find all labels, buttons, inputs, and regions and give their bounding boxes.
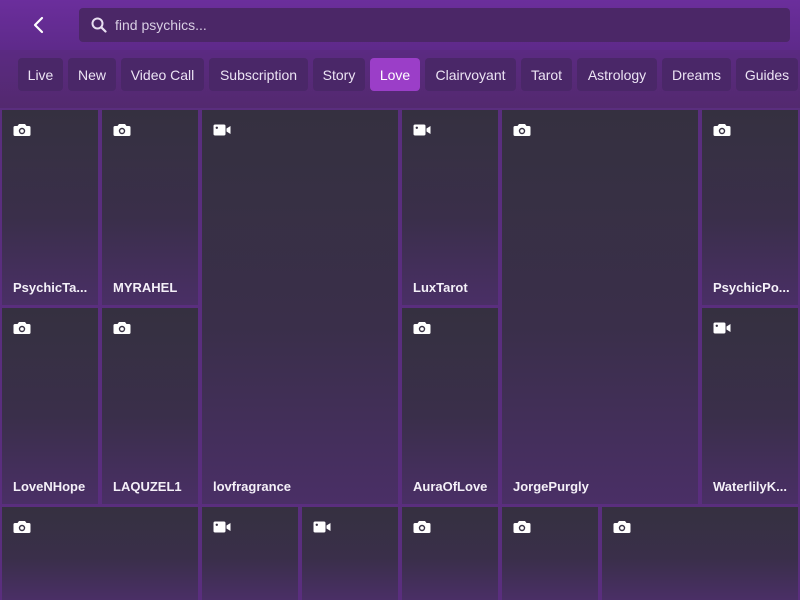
tab-live[interactable]: Live xyxy=(18,58,63,91)
top-bar xyxy=(0,0,800,50)
psychic-tile[interactable] xyxy=(2,507,198,600)
video-icon xyxy=(313,520,331,534)
psychic-name: PsychicTa... xyxy=(13,280,88,295)
psychic-tile[interactable] xyxy=(402,507,498,600)
psychic-tile[interactable]: PsychicTa... xyxy=(2,110,98,305)
tab-love[interactable]: Love xyxy=(370,58,420,91)
tab-new[interactable]: New xyxy=(68,58,116,91)
psychic-tile[interactable] xyxy=(302,507,398,600)
camera-icon xyxy=(113,321,131,335)
psychic-tile[interactable]: JorgePurgly xyxy=(502,110,698,504)
psychic-name: LoveNHope xyxy=(13,479,86,494)
camera-icon xyxy=(13,520,31,534)
psychic-name: LuxTarot xyxy=(413,280,468,295)
camera-icon xyxy=(113,123,131,137)
psychic-tile[interactable] xyxy=(602,507,798,600)
psychic-name: JorgePurgly xyxy=(513,479,589,494)
psychic-name: MYRAHEL xyxy=(113,280,178,295)
camera-icon xyxy=(413,321,431,335)
psychic-name: PsychicPo... xyxy=(713,280,790,295)
tab-video-call[interactable]: Video Call xyxy=(121,58,204,91)
search-input[interactable] xyxy=(115,17,755,33)
tab-guides[interactable]: Guides xyxy=(736,58,798,91)
psychic-tile[interactable] xyxy=(202,507,298,600)
video-icon xyxy=(213,520,231,534)
camera-icon xyxy=(513,123,531,137)
psychic-tile[interactable]: AuraOfLove xyxy=(402,308,498,504)
category-tabs: Live New Video Call Subscription Story L… xyxy=(0,50,800,108)
psychic-tile[interactable]: MYRAHEL xyxy=(102,110,198,305)
psychic-tile[interactable]: LAQUZEL1 xyxy=(102,308,198,504)
tab-dreams[interactable]: Dreams xyxy=(662,58,731,91)
camera-icon xyxy=(13,321,31,335)
psychic-name: LAQUZEL1 xyxy=(113,479,182,494)
chevron-left-icon xyxy=(33,16,44,34)
tab-tarot[interactable]: Tarot xyxy=(521,58,572,91)
psychic-tile[interactable]: LuxTarot xyxy=(402,110,498,305)
camera-icon xyxy=(513,520,531,534)
tab-clairvoyant[interactable]: Clairvoyant xyxy=(425,58,516,91)
camera-icon xyxy=(713,123,731,137)
search-icon xyxy=(91,17,107,33)
tab-story[interactable]: Story xyxy=(313,58,365,91)
psychic-name: WaterlilyK... xyxy=(713,479,787,494)
psychic-tile[interactable] xyxy=(502,507,598,600)
psychic-tile[interactable]: PsychicPo... xyxy=(702,110,798,305)
video-icon xyxy=(713,321,731,335)
psychic-tile[interactable]: WaterlilyK... xyxy=(702,308,798,504)
video-icon xyxy=(413,123,431,137)
camera-icon xyxy=(613,520,631,534)
tab-subscription[interactable]: Subscription xyxy=(209,58,308,91)
psychic-tile[interactable]: LoveNHope xyxy=(2,308,98,504)
psychic-name: AuraOfLove xyxy=(413,479,488,494)
psychic-tile[interactable]: lovfragrance xyxy=(202,110,398,504)
camera-icon xyxy=(13,123,31,137)
search-bar[interactable] xyxy=(79,8,790,42)
video-icon xyxy=(213,123,231,137)
tab-astrology[interactable]: Astrology xyxy=(577,58,657,91)
camera-icon xyxy=(413,520,431,534)
back-button[interactable] xyxy=(24,10,54,40)
psychic-name: lovfragrance xyxy=(213,479,292,494)
